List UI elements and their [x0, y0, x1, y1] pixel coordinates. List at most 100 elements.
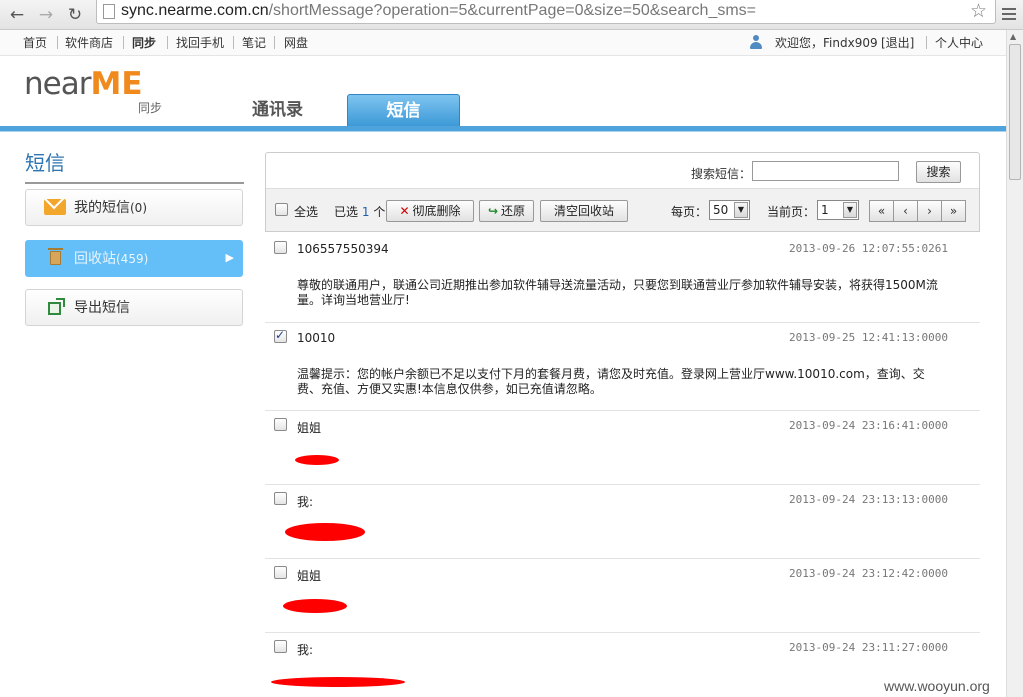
tab-sms[interactable]: 短信: [347, 94, 460, 127]
sidebar-item-label: 回收站: [74, 251, 116, 267]
message-item[interactable]: 我: 2013-09-24 23:11:27:0000: [265, 633, 980, 697]
personal-center-link[interactable]: 个人中心: [935, 36, 983, 50]
search-button[interactable]: 搜索: [916, 161, 961, 183]
redaction-mark: [295, 455, 339, 465]
message-time: 2013-09-26 12:07:55:0261: [789, 242, 948, 255]
message-checkbox[interactable]: [274, 418, 287, 431]
redaction-mark: [283, 599, 347, 613]
message-time: 2013-09-25 12:41:13:0000: [789, 331, 948, 344]
message-item[interactable]: 我: 2013-09-24 23:13:13:0000: [265, 485, 980, 559]
per-page-label: 每页：: [671, 205, 708, 219]
current-page-select[interactable]: 1 ▼: [817, 200, 859, 220]
delete-permanently-button[interactable]: ✕ 彻底删除: [386, 200, 474, 222]
message-sender: 姐姐: [297, 569, 322, 583]
select-all-checkbox[interactable]: [275, 203, 288, 216]
export-icon: [48, 298, 65, 315]
sidebar-item-label: 导出短信: [74, 300, 130, 316]
selected-count-text: 已选 1 个: [334, 205, 386, 219]
empty-recycle-bin-button[interactable]: 清空回收站: [540, 200, 628, 222]
search-row: 搜索短信： 搜索: [266, 153, 979, 189]
sidebar-item-count: (0): [130, 201, 147, 215]
search-label: 搜索短信：: [691, 167, 752, 181]
nav-notes[interactable]: 笔记: [242, 36, 266, 50]
nav-store[interactable]: 软件商店: [65, 36, 113, 50]
tab-contacts[interactable]: 通讯录: [225, 94, 330, 127]
vertical-scrollbar[interactable]: ▲: [1006, 30, 1023, 697]
message-item[interactable]: 姐姐 2013-09-24 23:12:42:0000: [265, 559, 980, 633]
restore-button[interactable]: ↪ 还原: [479, 200, 534, 222]
nav-sync[interactable]: 同步: [132, 36, 156, 50]
message-panel: 搜索短信： 搜索 全选 已选 1 个 ✕ 彻底删除 ↪ 还原 清空回收站 每页： 5…: [265, 152, 980, 232]
address-bar[interactable]: sync.nearme.com.cn/shortMessage?operatio…: [96, 0, 996, 24]
welcome-text: 欢迎您，Findx909: [775, 36, 878, 50]
message-body: 尊敬的联通用户，联通公司近期推出参加软件辅导送流量活动，只要您到联通营业厅参加软…: [297, 278, 938, 307]
menu-icon[interactable]: [1000, 5, 1018, 23]
message-sender: 姐姐: [297, 421, 322, 435]
message-sender: 10010: [297, 331, 336, 345]
header-bar: [0, 126, 1006, 132]
logout-link[interactable]: [退出]: [881, 36, 914, 50]
message-checkbox[interactable]: [274, 328, 287, 343]
message-time: 2013-09-24 23:13:13:0000: [789, 493, 948, 506]
close-icon: ✕: [399, 204, 410, 218]
toolbar: 全选 已选 1 个 ✕ 彻底删除 ↪ 还原 清空回收站 每页： 50 ▼ 当前页： 1…: [266, 189, 979, 231]
select-all-label[interactable]: 全选: [294, 203, 318, 220]
back-icon[interactable]: ←: [7, 5, 27, 25]
forward-icon[interactable]: →: [36, 5, 56, 25]
message-sender: 我:: [297, 643, 314, 657]
message-time: 2013-09-24 23:16:41:0000: [789, 419, 948, 432]
nav-find-phone[interactable]: 找回手机: [176, 36, 224, 50]
message-checkbox[interactable]: [274, 241, 287, 254]
next-page-button[interactable]: ›: [917, 200, 942, 222]
per-page-select[interactable]: 50 ▼: [709, 200, 750, 220]
reload-icon[interactable]: ↻: [65, 5, 85, 25]
nav-separator: [123, 36, 124, 49]
sidebar-item-my-sms[interactable]: 我的短信(0): [25, 189, 243, 226]
message-item[interactable]: 10010 2013-09-25 12:41:13:0000 温馨提示：您的帐户…: [265, 323, 980, 411]
nav-separator: [57, 36, 58, 49]
chevron-down-icon: ▼: [843, 202, 857, 218]
nav-separator: [167, 36, 168, 49]
envelope-icon: [44, 199, 66, 215]
nav-separator: [926, 36, 927, 49]
sidebar-item-export[interactable]: 导出短信: [25, 289, 243, 326]
message-checkbox[interactable]: [274, 566, 287, 579]
prev-page-button[interactable]: ‹: [893, 200, 918, 222]
nav-drive[interactable]: 网盘: [284, 36, 308, 50]
watermark: www.wooyun.org: [884, 678, 990, 694]
scrollbar-thumb[interactable]: [1009, 44, 1021, 180]
message-item[interactable]: 姐姐 2013-09-24 23:16:41:0000: [265, 411, 980, 485]
nav-separator: [233, 36, 234, 49]
message-checkbox[interactable]: [274, 640, 287, 653]
chevron-right-icon: ▶: [225, 251, 234, 264]
bookmark-star-icon[interactable]: ☆: [970, 0, 987, 22]
nav-home[interactable]: 首页: [23, 36, 47, 50]
nav-separator: [274, 36, 275, 49]
message-time: 2013-09-24 23:12:42:0000: [789, 567, 948, 580]
chevron-down-icon: ▼: [734, 202, 748, 218]
logo[interactable]: nearME 同步: [24, 67, 162, 115]
message-checkbox[interactable]: [274, 492, 287, 505]
restore-arrow-icon: ↪: [487, 204, 499, 218]
sidebar-divider: [25, 182, 244, 184]
first-page-button[interactable]: «: [869, 200, 894, 222]
message-sender: 我:: [297, 495, 314, 509]
top-nav: 首页 软件商店 同步 找回手机 笔记 网盘 欢迎您，Findx909 [退出] …: [0, 30, 1006, 56]
user-icon: [749, 35, 763, 49]
sidebar-title: 短信: [25, 151, 65, 175]
scroll-up-icon[interactable]: ▲: [1010, 32, 1016, 41]
current-page-label: 当前页：: [767, 205, 816, 219]
message-item[interactable]: 106557550394 2013-09-26 12:07:55:0261 尊敬…: [265, 234, 980, 323]
last-page-button[interactable]: »: [941, 200, 966, 222]
trash-icon: [48, 248, 63, 265]
redaction-mark: [285, 523, 365, 541]
search-input[interactable]: [752, 161, 899, 181]
sidebar-item-recycle-bin[interactable]: 回收站(459) ▶: [25, 240, 243, 277]
sidebar-item-label: 我的短信: [74, 200, 130, 216]
redaction-mark: [271, 677, 405, 687]
page-icon: [103, 4, 115, 19]
url-text: sync.nearme.com.cn/shortMessage?operatio…: [121, 2, 757, 19]
message-sender: 106557550394: [297, 242, 389, 256]
sidebar-item-count: (459): [116, 252, 149, 266]
message-time: 2013-09-24 23:11:27:0000: [789, 641, 948, 654]
